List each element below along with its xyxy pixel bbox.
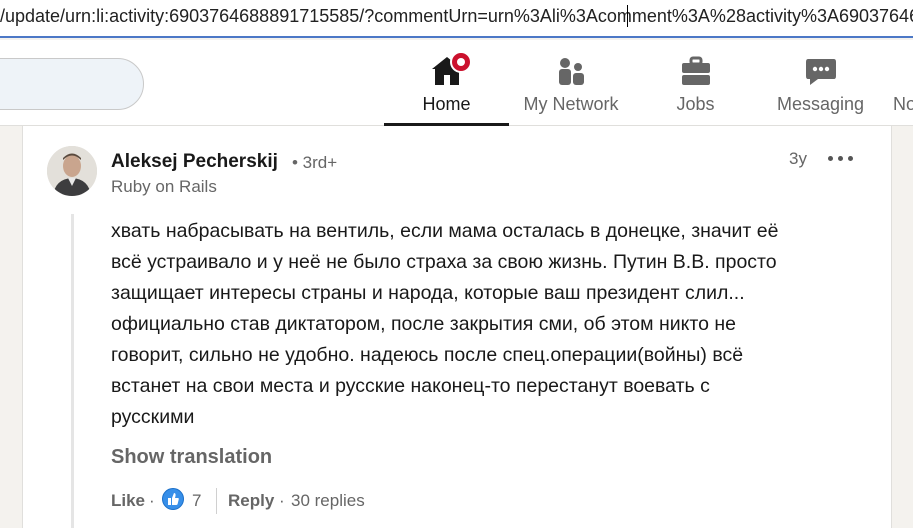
comment-line: встанет на свои места и русские наконец-…	[111, 375, 710, 397]
notification-badge	[450, 51, 472, 73]
reply-button[interactable]: Reply	[228, 491, 274, 511]
comment-card: Aleksej Pecherskij • 3rd+ Ruby on Rails …	[22, 126, 892, 528]
like-button[interactable]: Like	[111, 491, 145, 511]
like-count[interactable]: 7	[192, 491, 201, 511]
nav-notifications-label: No	[893, 94, 913, 114]
more-dot-icon	[828, 156, 833, 161]
nav-my-network[interactable]: My Network	[509, 40, 633, 126]
action-divider	[216, 488, 217, 514]
text-caret	[627, 5, 628, 27]
chat-icon	[805, 59, 836, 85]
comment-line: защищает интересы страны и народа, котор…	[111, 282, 745, 304]
comment-timestamp: 3y	[789, 149, 807, 168]
thumbs-up-icon	[168, 493, 179, 505]
url-text[interactable]: /update/urn:li:activity:6903764688891715…	[0, 6, 913, 27]
nav-jobs-label: Jobs	[676, 94, 715, 114]
avatar-photo	[47, 146, 97, 196]
thread-line	[71, 214, 74, 528]
avatar[interactable]	[47, 146, 97, 196]
comment-line: официально став диктатором, после закрыт…	[111, 313, 736, 335]
author-name[interactable]: Aleksej Pecherskij	[111, 151, 278, 173]
comment-line: всё устраивало и у неё не было страха за…	[111, 251, 777, 273]
more-dot-icon	[838, 156, 843, 161]
top-navigation: Home My Network Jobs Messaging No	[0, 40, 913, 126]
replies-count[interactable]: 30 replies	[291, 491, 365, 511]
comment-body: хвать набрасывать на вентиль, если мама …	[111, 216, 871, 433]
more-options-button[interactable]	[828, 150, 854, 166]
nav-notifications[interactable]: No	[889, 40, 913, 126]
briefcase-icon	[681, 56, 710, 85]
nav-messaging[interactable]: Messaging	[758, 40, 883, 126]
comment-line: русскими	[111, 406, 195, 428]
separator-dot: ·	[279, 491, 285, 510]
like-reaction-icon[interactable]	[162, 488, 184, 510]
connection-degree: • 3rd+	[292, 153, 338, 172]
address-bar[interactable]: /update/urn:li:activity:6903764688891715…	[0, 0, 913, 38]
search-input[interactable]	[0, 58, 144, 110]
show-translation-button[interactable]: Show translation	[111, 446, 272, 469]
nav-jobs[interactable]: Jobs	[633, 40, 758, 126]
separator-dot: ·	[149, 491, 155, 510]
nav-home[interactable]: Home	[384, 40, 509, 126]
comment-line: хвать набрасывать на вентиль, если мама …	[111, 220, 779, 242]
nav-my-network-label: My Network	[523, 94, 619, 114]
author-headline: Ruby on Rails	[111, 177, 217, 196]
people-icon	[559, 58, 584, 85]
comment-line: говорит, сильно не удобно. надеюсь после…	[111, 344, 744, 366]
more-dot-icon	[848, 156, 853, 161]
nav-messaging-label: Messaging	[776, 94, 865, 114]
nav-home-label: Home	[422, 94, 471, 114]
